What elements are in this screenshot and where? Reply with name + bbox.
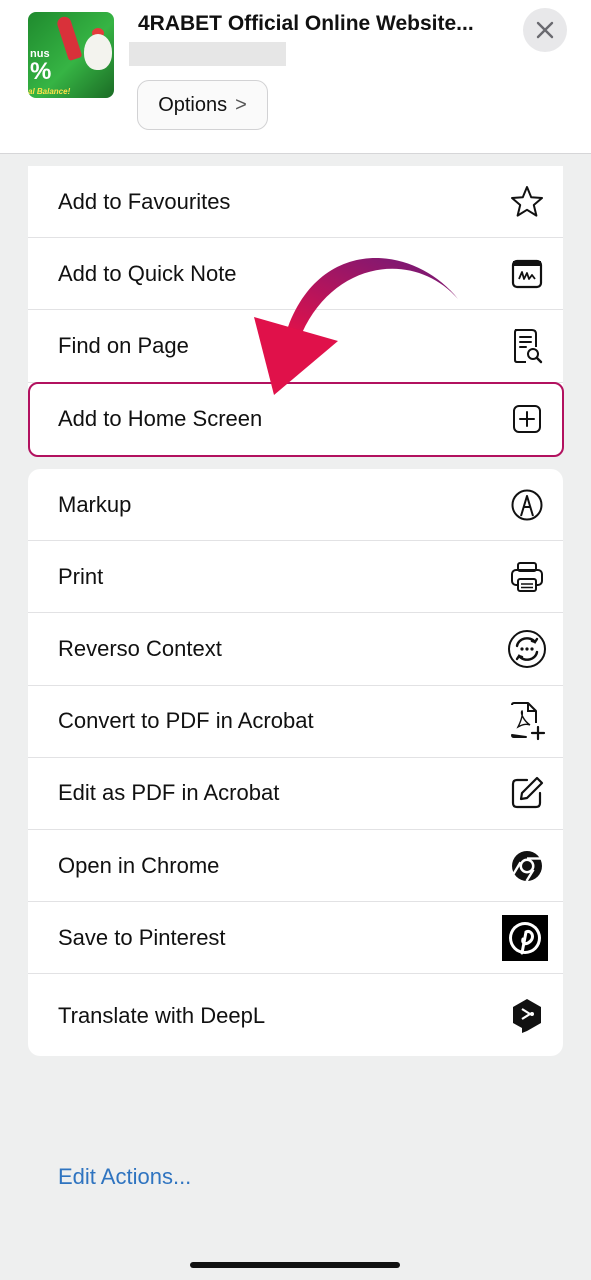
action-label: Edit as PDF in Acrobat (58, 780, 280, 806)
acrobat-convert-icon (507, 701, 547, 741)
action-label: Markup (58, 491, 132, 517)
action-reverso-context[interactable]: Reverso Context (28, 613, 563, 686)
action-markup[interactable]: Markup (28, 469, 563, 542)
actions-group-2: Markup Print Reverso Context Convert to … (28, 469, 563, 1056)
chicken-graphic (84, 34, 112, 70)
pinterest-icon (502, 914, 548, 961)
rocket-graphic (55, 14, 83, 62)
action-label: Translate with DeepL (58, 1002, 266, 1028)
site-title: 4RABET Official Online Website... (138, 12, 474, 35)
action-label: Convert to PDF in Acrobat (58, 708, 314, 734)
close-icon (536, 21, 554, 39)
markup-pen-icon (507, 485, 547, 525)
share-header: nus % al Balance! 4RABET Official Online… (0, 0, 591, 154)
deepl-icon (507, 996, 547, 1036)
edit-pencil-icon (507, 773, 547, 813)
curved-arrow-annotation (254, 258, 458, 395)
url-redacted (129, 42, 286, 66)
action-save-to-pinterest[interactable]: Save to Pinterest (28, 902, 563, 975)
action-translate-with-deepl[interactable]: Translate with DeepL (28, 974, 563, 1056)
thumb-text-percent: % (30, 58, 52, 85)
options-label: Options (158, 93, 228, 116)
share-sheet: nus % al Balance! 4RABET Official Online… (0, 0, 591, 1280)
action-label: Print (58, 563, 104, 589)
quick-note-icon (507, 254, 547, 294)
action-open-in-chrome[interactable]: Open in Chrome (28, 830, 563, 903)
action-label: Add to Home Screen (58, 405, 263, 431)
add-square-icon (507, 399, 547, 439)
action-add-to-favourites[interactable]: Add to Favourites (28, 166, 563, 239)
action-label: Open in Chrome (58, 852, 220, 878)
action-label: Add to Favourites (58, 188, 231, 214)
printer-icon (507, 557, 547, 597)
thumb-text-balance: al Balance! (28, 87, 71, 96)
action-edit-as-pdf-acrobat[interactable]: Edit as PDF in Acrobat (28, 758, 563, 830)
options-button[interactable]: Options > (137, 80, 268, 130)
action-label: Reverso Context (58, 635, 222, 661)
close-button[interactable] (523, 8, 567, 52)
home-indicator[interactable] (190, 1262, 400, 1268)
action-label: Save to Pinterest (58, 924, 226, 950)
site-thumbnail: nus % al Balance! (28, 12, 114, 98)
chevron-right-icon: > (235, 93, 247, 116)
reverso-icon (507, 629, 547, 669)
star-icon (507, 182, 547, 222)
chrome-icon (507, 846, 547, 886)
edit-actions-link[interactable]: Edit Actions... (58, 1164, 191, 1190)
find-on-page-icon (507, 326, 547, 366)
action-print[interactable]: Print (28, 541, 563, 614)
action-convert-to-pdf-acrobat[interactable]: Convert to PDF in Acrobat (28, 686, 563, 758)
